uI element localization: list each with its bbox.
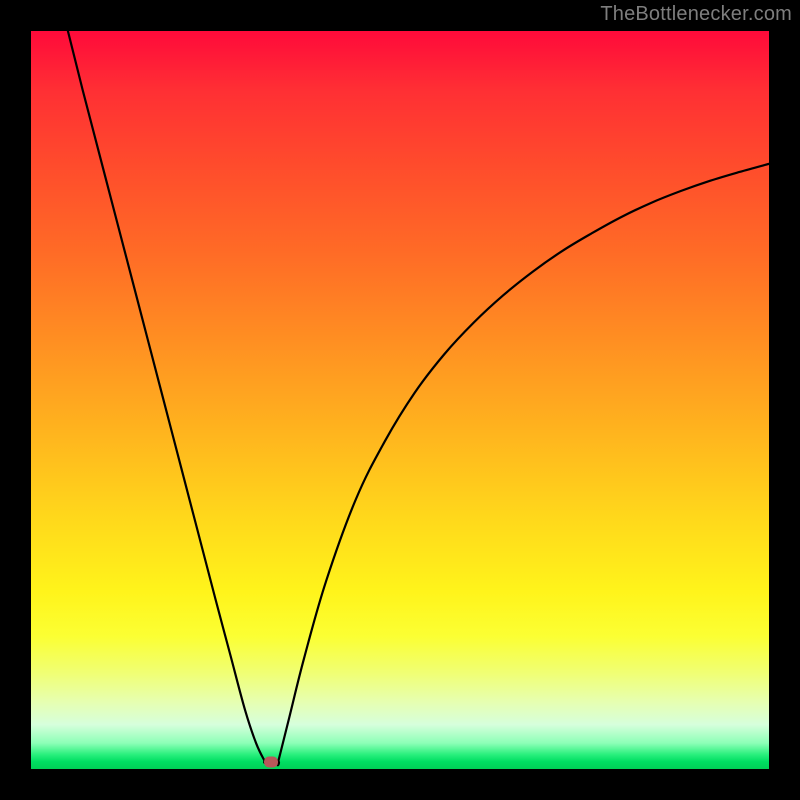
chart-frame: TheBottlenecker.com — [0, 0, 800, 800]
watermark-text: TheBottlenecker.com — [600, 3, 792, 26]
bottleneck-curve — [31, 31, 769, 769]
plot-area — [31, 31, 769, 769]
bottleneck-marker — [264, 756, 278, 767]
